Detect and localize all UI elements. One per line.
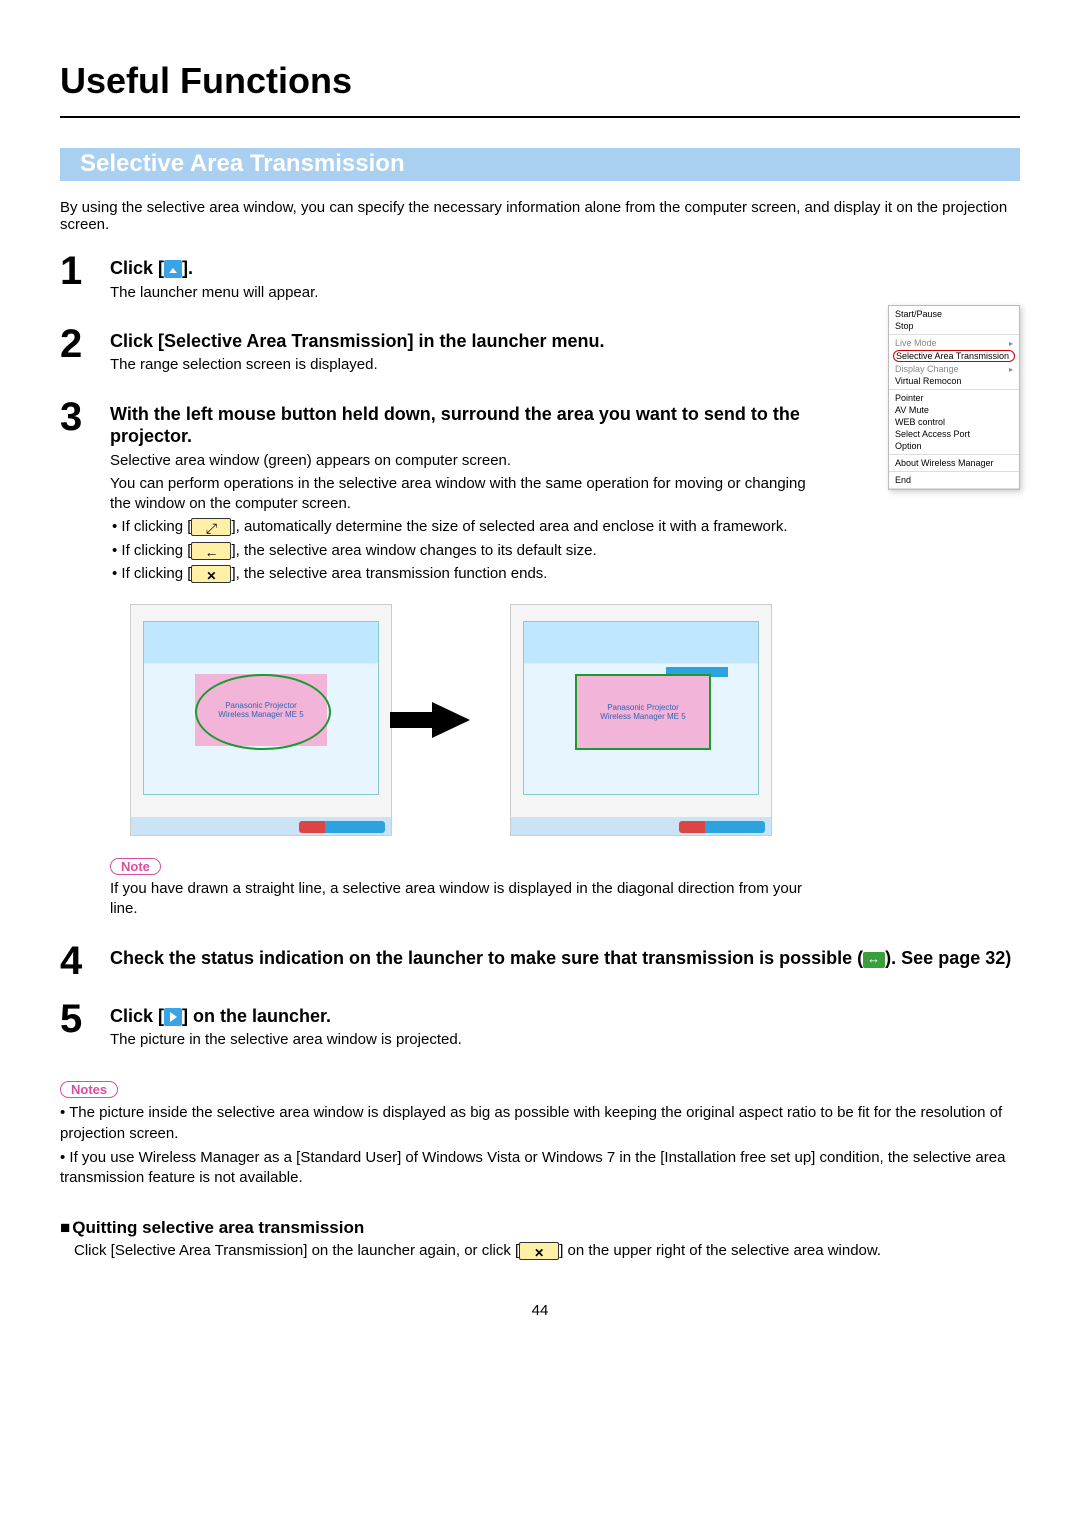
note-pill: Note (110, 858, 161, 875)
step-title: With the left mouse button held down, su… (110, 403, 810, 448)
notes-pill: Notes (60, 1081, 118, 1098)
step-4: 4 Check the status indication on the lau… (60, 941, 1020, 981)
note-item: • If you use Wireless Manager as a [Stan… (60, 1148, 1020, 1189)
default-size-icon (191, 542, 231, 560)
menu-icon (164, 260, 182, 278)
step-number: 4 (60, 941, 100, 981)
play-icon (164, 1008, 182, 1026)
step-desc: The picture in the selective area window… (110, 1030, 1020, 1050)
step-bullet: • If clicking [], automatically determin… (110, 517, 810, 537)
step-desc: The range selection screen is displayed. (110, 355, 1020, 375)
step-1: 1 Click []. The launcher menu will appea… (60, 251, 1020, 306)
step-2: 2 Click [Selective Area Transmission] in… (60, 324, 1020, 379)
step-desc: Selective area window (green) appears on… (110, 451, 810, 471)
step-desc: The launcher menu will appear. (110, 283, 1020, 303)
fig-text: Panasonic Projector (607, 703, 679, 712)
note-item: • The picture inside the selective area … (60, 1103, 1020, 1144)
step-bullet: • If clicking [], the selective area tra… (110, 564, 810, 584)
step-desc: You can perform operations in the select… (110, 474, 810, 515)
step-number: 1 (60, 251, 100, 306)
step-number: 2 (60, 324, 100, 379)
menu-item[interactable]: Start/Pause (895, 308, 1013, 320)
close-icon (519, 1242, 559, 1260)
figure-row: Panasonic Projector Wireless Manager ME … (130, 604, 810, 836)
step-title: Click []. (110, 257, 1020, 280)
step-number: 5 (60, 999, 100, 1054)
status-icon (863, 952, 885, 968)
step-number: 3 (60, 397, 100, 923)
quit-text: Click [Selective Area Transmission] on t… (74, 1241, 1020, 1261)
step-5: 5 Click [] on the launcher. The picture … (60, 999, 1020, 1054)
close-icon (191, 565, 231, 583)
step-title: Check the status indication on the launc… (110, 947, 1020, 970)
autosize-icon (191, 518, 231, 536)
fig-text: Wireless Manager ME 5 (600, 712, 685, 721)
section-header: Selective Area Transmission (60, 148, 1020, 181)
page-number: 44 (60, 1302, 1020, 1319)
step-3: 3 With the left mouse button held down, … (60, 397, 1020, 923)
step-title: Click [Selective Area Transmission] in t… (110, 330, 1020, 353)
quit-heading: Quitting selective area transmission (60, 1218, 1020, 1238)
page-title: Useful Functions (60, 60, 1020, 118)
step-bullet: • If clicking [], the selective area win… (110, 541, 810, 561)
section-header-text: Selective Area Transmission (80, 150, 405, 177)
arrow-icon (432, 702, 470, 738)
figure-after: Panasonic Projector Wireless Manager ME … (510, 604, 772, 836)
intro-text: By using the selective area window, you … (60, 199, 1020, 233)
step-title: Click [] on the launcher. (110, 1005, 1020, 1028)
note-text: If you have drawn a straight line, a sel… (110, 879, 810, 920)
figure-before: Panasonic Projector Wireless Manager ME … (130, 604, 392, 836)
